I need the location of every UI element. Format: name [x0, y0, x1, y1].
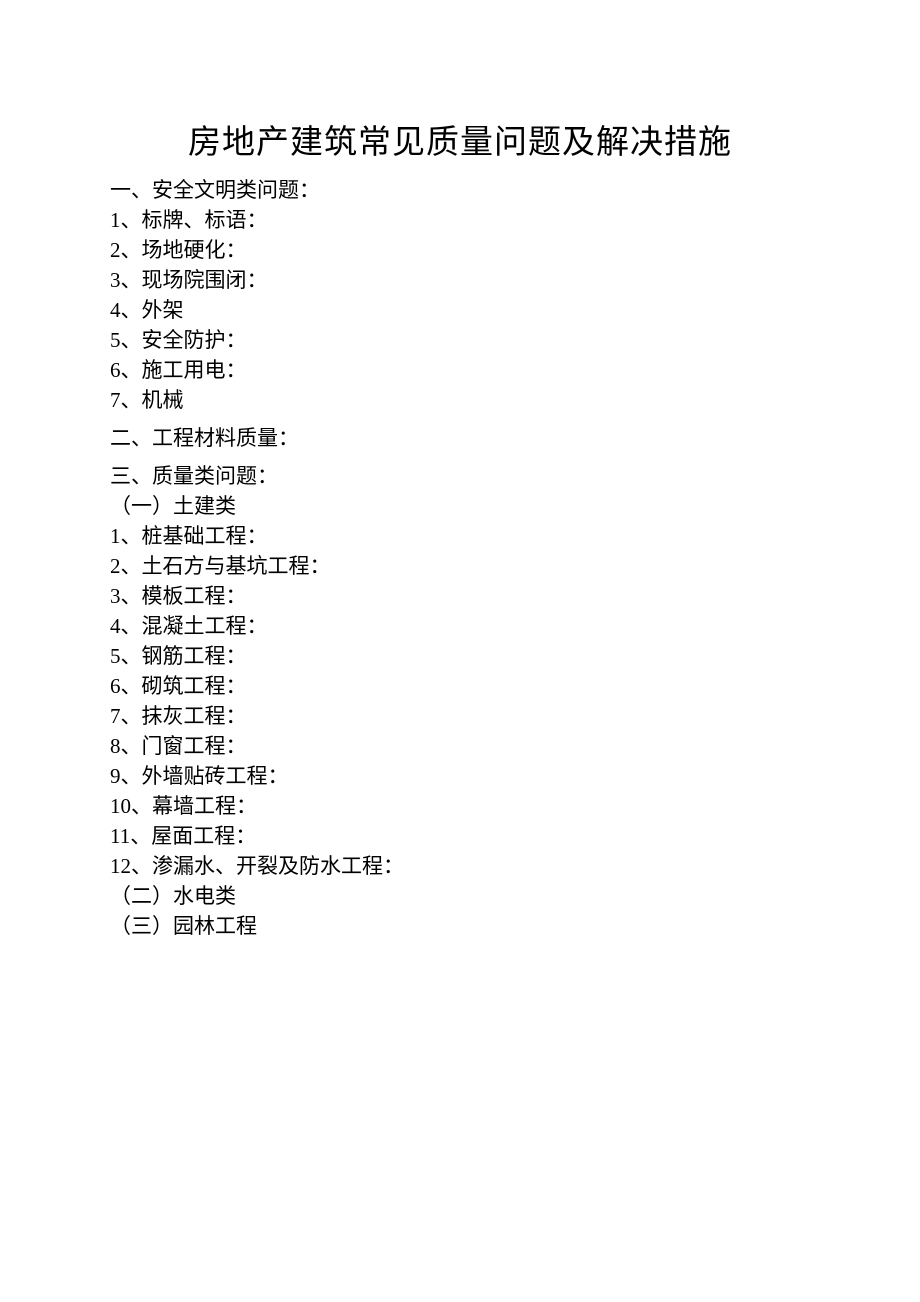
- section-3-item: 1、桩基础工程：: [110, 521, 810, 551]
- section-1-item: 2、场地硬化：: [110, 235, 810, 265]
- section-3-sub3: （三）园林工程: [110, 911, 810, 941]
- section-1-item: 1、标牌、标语：: [110, 205, 810, 235]
- section-3-item: 10、幕墙工程：: [110, 791, 810, 821]
- section-3-item: 6、砌筑工程：: [110, 671, 810, 701]
- section-1-item: 7、机械: [110, 385, 810, 415]
- section-1-item: 6、施工用电：: [110, 355, 810, 385]
- section-3-item: 8、门窗工程：: [110, 731, 810, 761]
- section-1-item: 3、现场院围闭：: [110, 265, 810, 295]
- section-3-item: 3、模板工程：: [110, 581, 810, 611]
- section-3-item: 4、混凝土工程：: [110, 611, 810, 641]
- section-3-item: 12、渗漏水、开裂及防水工程：: [110, 851, 810, 881]
- section-3-item: 7、抹灰工程：: [110, 701, 810, 731]
- section-3-item: 9、外墙贴砖工程：: [110, 761, 810, 791]
- section-1-item: 4、外架: [110, 295, 810, 325]
- section-3-item: 5、钢筋工程：: [110, 641, 810, 671]
- section-1-item: 5、安全防护：: [110, 325, 810, 355]
- section-1-header: 一、安全文明类问题：: [110, 175, 810, 205]
- section-3-header: 三、质量类问题：: [110, 461, 810, 491]
- section-2-header: 二、工程材料质量：: [110, 423, 810, 453]
- section-3-sub2: （二）水电类: [110, 881, 810, 911]
- section-3-sub1: （一）土建类: [110, 491, 810, 521]
- document-title: 房地产建筑常见质量问题及解决措施: [110, 115, 810, 163]
- section-3-item: 2、土石方与基坑工程：: [110, 551, 810, 581]
- section-3-item: 11、屋面工程：: [110, 821, 810, 851]
